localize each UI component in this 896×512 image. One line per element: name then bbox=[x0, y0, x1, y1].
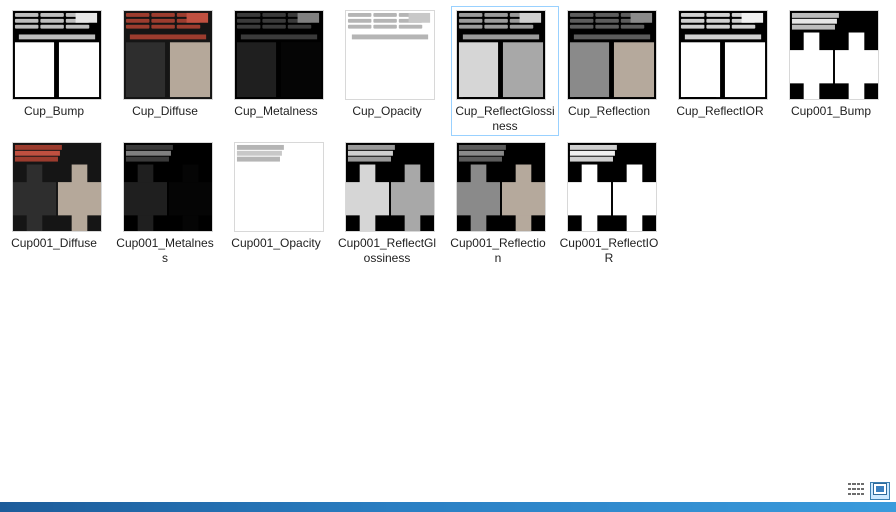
file-thumbnail bbox=[456, 10, 546, 100]
large-icons-view-icon bbox=[873, 482, 887, 500]
file-thumbnail bbox=[789, 10, 879, 100]
file-item[interactable]: Cup001_Diffuse bbox=[0, 132, 108, 262]
file-thumbnail bbox=[123, 10, 213, 100]
file-item[interactable]: Cup001_Reflection bbox=[444, 132, 552, 265]
file-thumbnail bbox=[12, 142, 102, 232]
file-name: Cup001_Bump bbox=[790, 104, 872, 118]
view-controls bbox=[846, 482, 890, 500]
file-item[interactable]: Cup_Diffuse bbox=[111, 0, 219, 130]
file-item[interactable]: Cup_Reflection bbox=[555, 0, 663, 130]
file-thumbnail bbox=[234, 10, 324, 100]
file-item[interactable]: Cup001_Bump bbox=[777, 0, 885, 130]
file-thumbnail bbox=[123, 142, 213, 232]
file-item[interactable]: Cup_ReflectGlossiness bbox=[451, 6, 559, 136]
file-item[interactable]: Cup001_ReflectGlossiness bbox=[333, 132, 441, 265]
file-thumbnail bbox=[678, 10, 768, 100]
file-name: Cup001_Metalness bbox=[116, 236, 214, 265]
file-item[interactable]: Cup_ReflectIOR bbox=[666, 0, 774, 130]
file-thumbnail bbox=[456, 142, 546, 232]
file-name: Cup001_Opacity bbox=[231, 236, 321, 250]
file-name: Cup_ReflectIOR bbox=[676, 104, 764, 118]
file-name: Cup_Metalness bbox=[234, 104, 318, 118]
file-name: Cup001_Diffuse bbox=[11, 236, 97, 250]
file-name: Cup_Opacity bbox=[352, 104, 422, 118]
file-item[interactable]: Cup_Opacity bbox=[333, 0, 441, 130]
file-thumbnail bbox=[567, 142, 657, 232]
file-name: Cup001_Reflection bbox=[450, 236, 546, 265]
file-name: Cup001_ReflectGlossiness bbox=[337, 236, 437, 265]
file-item[interactable]: Cup001_Opacity bbox=[222, 132, 330, 262]
details-view-button[interactable] bbox=[846, 482, 866, 500]
file-thumbnail bbox=[234, 142, 324, 232]
file-name: Cup_Reflection bbox=[567, 104, 651, 118]
file-thumbnail bbox=[345, 10, 435, 100]
file-thumbnail bbox=[567, 10, 657, 100]
details-view-icon bbox=[848, 482, 864, 500]
file-item[interactable]: Cup_Bump bbox=[0, 0, 108, 130]
file-name: Cup001_ReflectIOR bbox=[559, 236, 659, 265]
file-thumbnail bbox=[12, 10, 102, 100]
file-item[interactable]: Cup001_Metalness bbox=[111, 132, 219, 265]
file-name: Cup_Diffuse bbox=[132, 104, 198, 118]
file-item[interactable]: Cup_Metalness bbox=[222, 0, 330, 130]
taskbar bbox=[0, 502, 896, 512]
file-grid: Cup_Bump Cup_Diffuse Cup_Metalness Cup_Opac… bbox=[0, 0, 896, 500]
file-item[interactable]: Cup001_ReflectIOR bbox=[555, 132, 663, 265]
file-thumbnail bbox=[345, 142, 435, 232]
file-name: Cup_ReflectGlossiness bbox=[455, 104, 555, 133]
large-icons-view-button[interactable] bbox=[870, 482, 890, 500]
file-name: Cup_Bump bbox=[23, 104, 85, 118]
